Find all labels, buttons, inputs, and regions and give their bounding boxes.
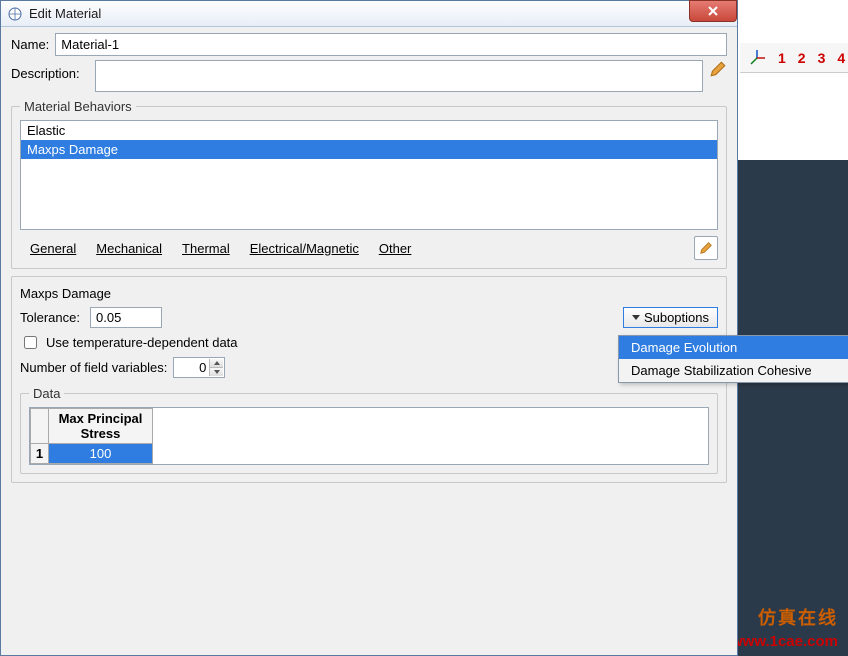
- field-variables-value: 0: [199, 360, 206, 375]
- temp-dependent-label: Use temperature-dependent data: [46, 335, 238, 350]
- table-row: 1 100: [31, 444, 153, 464]
- popup-item-damage-stabilization[interactable]: Damage Stabilization Cohesive: [619, 359, 848, 382]
- description-label: Description:: [11, 60, 89, 81]
- menu-electrical[interactable]: Electrical/Magnetic: [240, 239, 369, 258]
- name-input[interactable]: [55, 33, 727, 56]
- titlebar[interactable]: Edit Material: [1, 1, 737, 27]
- watermark-right-2: www.1cae.com: [731, 633, 838, 650]
- field-variables-label: Number of field variables:: [20, 360, 167, 375]
- temp-dependent-checkbox[interactable]: [24, 336, 37, 349]
- suboptions-button[interactable]: Suboptions: [623, 307, 718, 328]
- field-variables-spinner[interactable]: 0: [173, 357, 225, 378]
- background-toolbar: 1 2 3 4: [740, 43, 848, 73]
- menu-thermal[interactable]: Thermal: [172, 239, 240, 258]
- behavior-item-maxps-damage[interactable]: Maxps Damage: [21, 140, 717, 159]
- data-fieldset: Data Max Principal Stress 1 100: [20, 386, 718, 474]
- description-input[interactable]: [95, 60, 703, 92]
- data-legend: Data: [29, 386, 64, 401]
- tolerance-label: Tolerance:: [20, 310, 84, 325]
- menu-general[interactable]: General: [20, 239, 86, 258]
- popup-item-damage-evolution[interactable]: Damage Evolution: [619, 336, 848, 359]
- row-header[interactable]: 1: [31, 444, 49, 464]
- toolbar-num[interactable]: 2: [798, 50, 806, 66]
- menu-mechanical[interactable]: Mechanical: [86, 239, 172, 258]
- column-header[interactable]: Max Principal Stress: [49, 409, 153, 444]
- behavior-list[interactable]: Elastic Maxps Damage: [20, 120, 718, 230]
- name-label: Name:: [11, 37, 49, 52]
- edit-material-dialog: Edit Material Name: Description: Materia…: [0, 0, 738, 656]
- pencil-icon[interactable]: [709, 60, 727, 78]
- data-table[interactable]: Max Principal Stress 1 100: [30, 408, 153, 464]
- behavior-item-elastic[interactable]: Elastic: [21, 121, 717, 140]
- tolerance-input[interactable]: [90, 307, 162, 328]
- toolbar-num[interactable]: 4: [837, 50, 845, 66]
- material-behaviors-fieldset: Material Behaviors Elastic Maxps Damage …: [11, 99, 727, 269]
- axes-icon: [748, 49, 766, 67]
- material-behaviors-legend: Material Behaviors: [20, 99, 136, 114]
- toolbar-num[interactable]: 1: [778, 50, 786, 66]
- window-title: Edit Material: [29, 6, 101, 21]
- close-button[interactable]: [689, 0, 737, 22]
- cell-value[interactable]: 100: [49, 444, 153, 464]
- maxps-title: Maxps Damage: [20, 286, 718, 301]
- toolbar-num[interactable]: 3: [818, 50, 826, 66]
- dropdown-icon: [632, 315, 640, 320]
- suboptions-popup: Damage Evolution Damage Stabilization Co…: [618, 335, 848, 383]
- menu-other[interactable]: Other: [369, 239, 422, 258]
- spinner-up[interactable]: [209, 359, 223, 368]
- edit-behavior-button[interactable]: [694, 236, 718, 260]
- suboptions-label: Suboptions: [644, 310, 709, 325]
- spinner-down[interactable]: [209, 368, 223, 376]
- app-icon: [7, 6, 23, 22]
- watermark-right-1: 仿真在线: [758, 604, 838, 630]
